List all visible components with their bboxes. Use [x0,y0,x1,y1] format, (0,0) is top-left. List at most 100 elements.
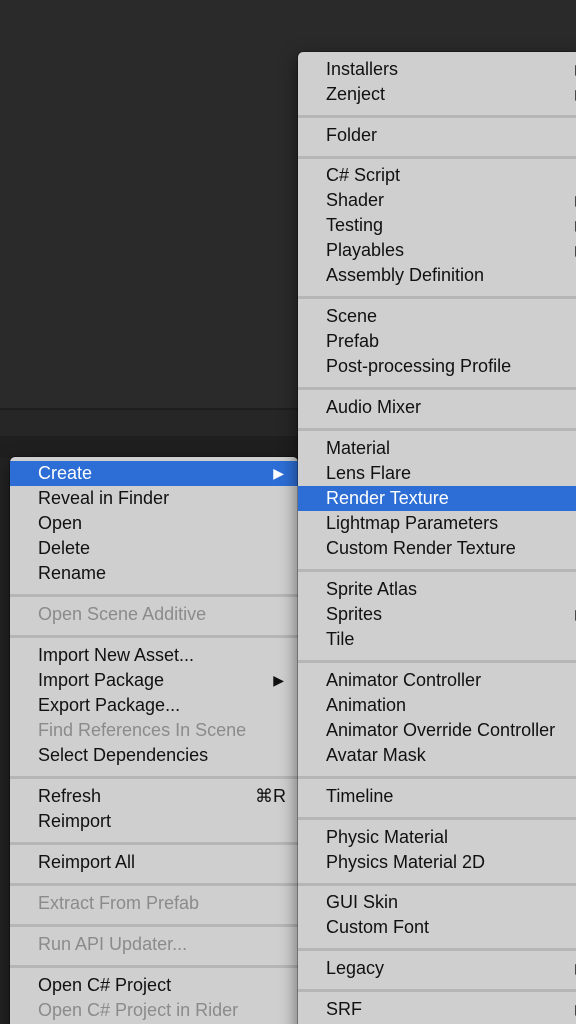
submenu-item-zenject[interactable]: Zenject ▶ [298,82,576,107]
menu-item-create[interactable]: Create ▶ [10,461,298,486]
menu-separator [298,948,576,951]
submenu-item-srf[interactable]: SRF ▶ [298,997,576,1022]
submenu-item-timeline[interactable]: Timeline [298,784,576,809]
submenu-item-csharp-script[interactable]: C# Script [298,163,576,188]
submenu-item-audio-mixer[interactable]: Audio Mixer [298,395,576,420]
menu-item-refresh[interactable]: Refresh ⌘R [10,784,298,809]
submenu-item-avatar-mask[interactable]: Avatar Mask [298,743,576,768]
menu-item-label: Open C# Project [38,975,172,995]
menu-item-extract-from-prefab: Extract From Prefab [10,891,298,916]
submenu-item-animation[interactable]: Animation [298,693,576,718]
menu-item-label: Reveal in Finder [38,488,170,508]
menu-item-label: Import Package [38,670,165,690]
menu-separator [298,817,576,820]
menu-separator [298,296,576,299]
menu-item-open[interactable]: Open [10,511,298,536]
menu-item-reimport-all[interactable]: Reimport All [10,850,298,875]
menu-separator [298,115,576,118]
menu-item-run-api-updater: Run API Updater... [10,932,298,957]
submenu-item-playables[interactable]: Playables ▶ [298,238,576,263]
menu-separator [10,883,298,886]
submenu-item-physics-material-2d[interactable]: Physics Material 2D [298,850,576,875]
submenu-arrow-icon: ▶ [273,465,284,481]
menu-item-open-csharp-project[interactable]: Open C# Project [10,973,298,998]
menu-item-label: Testing [326,215,384,235]
menu-separator [10,924,298,927]
submenu-item-physic-material[interactable]: Physic Material [298,825,576,850]
menu-item-label: Lightmap Parameters [326,513,499,533]
menu-item-label: Create [38,463,93,483]
menu-item-reimport[interactable]: Reimport [10,809,298,834]
menu-separator [298,428,576,431]
menu-item-label: Custom Font [326,917,430,937]
menu-separator [298,989,576,992]
menu-item-label: Tile [326,629,355,649]
submenu-item-testing[interactable]: Testing ▶ [298,213,576,238]
menu-item-label: Physic Material [326,827,449,847]
menu-item-label: Refresh [38,786,102,806]
menu-item-label: Open C# Project in Rider [38,1000,239,1020]
menu-item-rename[interactable]: Rename [10,561,298,586]
menu-item-label: Sprite Atlas [326,579,418,599]
submenu-arrow-icon: ▶ [273,672,284,688]
submenu-item-animator-override-controller[interactable]: Animator Override Controller [298,718,576,743]
submenu-item-installers[interactable]: Installers ▶ [298,57,576,82]
submenu-item-legacy[interactable]: Legacy ▶ [298,956,576,981]
menu-item-import-new-asset[interactable]: Import New Asset... [10,643,298,668]
menu-item-label: Rename [38,563,107,583]
menu-item-label: Zenject [326,84,386,104]
submenu-item-gui-skin[interactable]: GUI Skin [298,890,576,915]
menu-separator [298,660,576,663]
submenu-item-render-texture[interactable]: Render Texture [298,486,576,511]
create-submenu: Installers ▶ Zenject ▶ Folder C# Script … [298,52,576,1024]
submenu-item-sprites[interactable]: Sprites ▶ [298,602,576,627]
submenu-item-post-processing-profile[interactable]: Post-processing Profile [298,354,576,379]
menu-item-label: Render Texture [326,488,449,508]
menu-item-label: Delete [38,538,91,558]
menu-item-label: Lens Flare [326,463,412,483]
menu-item-export-package[interactable]: Export Package... [10,693,298,718]
menu-item-label: Animator Controller [326,670,482,690]
menu-item-open-scene-additive: Open Scene Additive [10,602,298,627]
menu-separator [298,776,576,779]
submenu-item-scene[interactable]: Scene [298,304,576,329]
menu-separator [10,842,298,845]
submenu-item-sprite-atlas[interactable]: Sprite Atlas [298,577,576,602]
submenu-item-custom-font[interactable]: Custom Font [298,915,576,940]
menu-separator [298,156,576,159]
menu-item-delete[interactable]: Delete [10,536,298,561]
refresh-shortcut: ⌘R [255,786,286,806]
menu-item-label: Folder [326,125,378,145]
menu-item-label: Audio Mixer [326,397,422,417]
submenu-item-prefab[interactable]: Prefab [298,329,576,354]
menu-item-label: Prefab [326,331,380,351]
menu-item-reveal-in-finder[interactable]: Reveal in Finder [10,486,298,511]
menu-item-label: Reimport All [38,852,136,872]
menu-separator [10,776,298,779]
menu-item-label: Export Package... [38,695,181,715]
submenu-item-tile[interactable]: Tile [298,627,576,652]
submenu-item-folder[interactable]: Folder [298,123,576,148]
menu-item-label: Find References In Scene [38,720,247,740]
menu-item-select-dependencies[interactable]: Select Dependencies [10,743,298,768]
submenu-item-shader[interactable]: Shader ▶ [298,188,576,213]
menu-item-label: GUI Skin [326,892,399,912]
submenu-item-material[interactable]: Material [298,436,576,461]
menu-item-label: Custom Render Texture [326,538,516,558]
submenu-item-lens-flare[interactable]: Lens Flare [298,461,576,486]
menu-item-import-package[interactable]: Import Package ▶ [10,668,298,693]
submenu-item-animator-controller[interactable]: Animator Controller [298,668,576,693]
menu-separator [298,883,576,886]
menu-separator [298,387,576,390]
menu-item-label: Material [326,438,391,458]
submenu-item-custom-render-texture[interactable]: Custom Render Texture [298,536,576,561]
menu-item-label: Shader [326,190,385,210]
menu-item-label: Scene [326,306,378,326]
submenu-item-assembly-definition[interactable]: Assembly Definition [298,263,576,288]
menu-item-label: Open [38,513,83,533]
menu-item-label: Run API Updater... [38,934,188,954]
menu-item-label: Avatar Mask [326,745,426,765]
menu-item-label: Animator Override Controller [326,720,556,740]
submenu-item-lightmap-parameters[interactable]: Lightmap Parameters [298,511,576,536]
menu-item-open-csharp-project-in-rider: Open C# Project in Rider [10,998,298,1023]
